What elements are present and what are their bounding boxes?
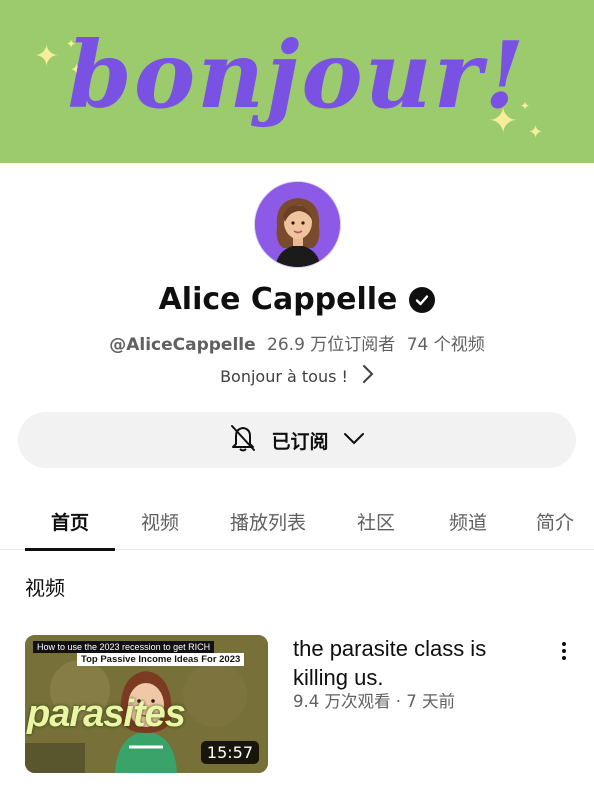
thumbnail-caption-top: How to use the 2023 recession to get RIC…: [33, 641, 215, 653]
tab-channels[interactable]: 频道: [432, 492, 504, 550]
subscriber-count: 26.9 万位订阅者: [267, 335, 396, 355]
tab-community[interactable]: 社区: [340, 492, 412, 550]
bell-off-icon: [229, 423, 257, 457]
subscribed-label: 已订阅: [271, 430, 329, 453]
tab-home[interactable]: 首页: [25, 492, 115, 551]
channel-tabs: 首页 视频 播放列表 社区 频道 简介: [0, 492, 594, 551]
video-meta: 9.4 万次观看 · 7 天前: [293, 692, 455, 711]
chevron-down-icon: [343, 431, 365, 450]
tab-label: 首页: [50, 511, 89, 534]
sparkle-icon: ✦: [528, 122, 544, 143]
channel-banner: ✦ ✦ ✦ bonjour! ✦ ✦ ✦: [0, 0, 594, 163]
channel-description: Bonjour à tous !: [220, 366, 348, 386]
tab-label: 视频: [140, 511, 179, 534]
thumbnail-caption-sub: Top Passive Income Ideas For 2023: [77, 653, 245, 666]
verified-check-icon: [409, 286, 436, 313]
chevron-right-icon: [362, 364, 374, 388]
tab-label: 简介: [536, 511, 575, 534]
avatar[interactable]: [254, 181, 341, 268]
tab-label: 频道: [448, 511, 487, 534]
tab-label: 社区: [356, 511, 395, 534]
video-thumbnail[interactable]: How to use the 2023 recession to get RIC…: [25, 635, 268, 773]
channel-name-row: Alice Cappelle: [0, 282, 594, 317]
sparkle-icon: ✦: [520, 99, 531, 113]
channel-meta: @AliceCappelle 26.9 万位订阅者 74 个视频: [0, 330, 594, 355]
tab-about[interactable]: 简介: [522, 492, 594, 550]
channel-handle: @AliceCappelle: [109, 335, 256, 355]
video-title[interactable]: the parasite class is killing us.: [293, 634, 533, 692]
more-options-icon[interactable]: [553, 638, 575, 664]
tab-playlists[interactable]: 播放列表: [218, 492, 318, 550]
video-count: 74 个视频: [406, 335, 485, 355]
channel-description-row[interactable]: Bonjour à tous !: [0, 364, 594, 388]
avatar-portrait: [255, 182, 340, 267]
tab-videos[interactable]: 视频: [125, 492, 195, 550]
video-duration: 15:57: [200, 741, 259, 764]
thumbnail-big-text: parasites: [27, 693, 186, 735]
sparkle-icon: ✦: [488, 101, 519, 142]
subscribed-button[interactable]: 已订阅: [18, 412, 576, 468]
tab-label: 播放列表: [229, 511, 306, 534]
channel-name: Alice Cappelle: [158, 282, 398, 317]
section-title: 视频: [25, 576, 65, 600]
